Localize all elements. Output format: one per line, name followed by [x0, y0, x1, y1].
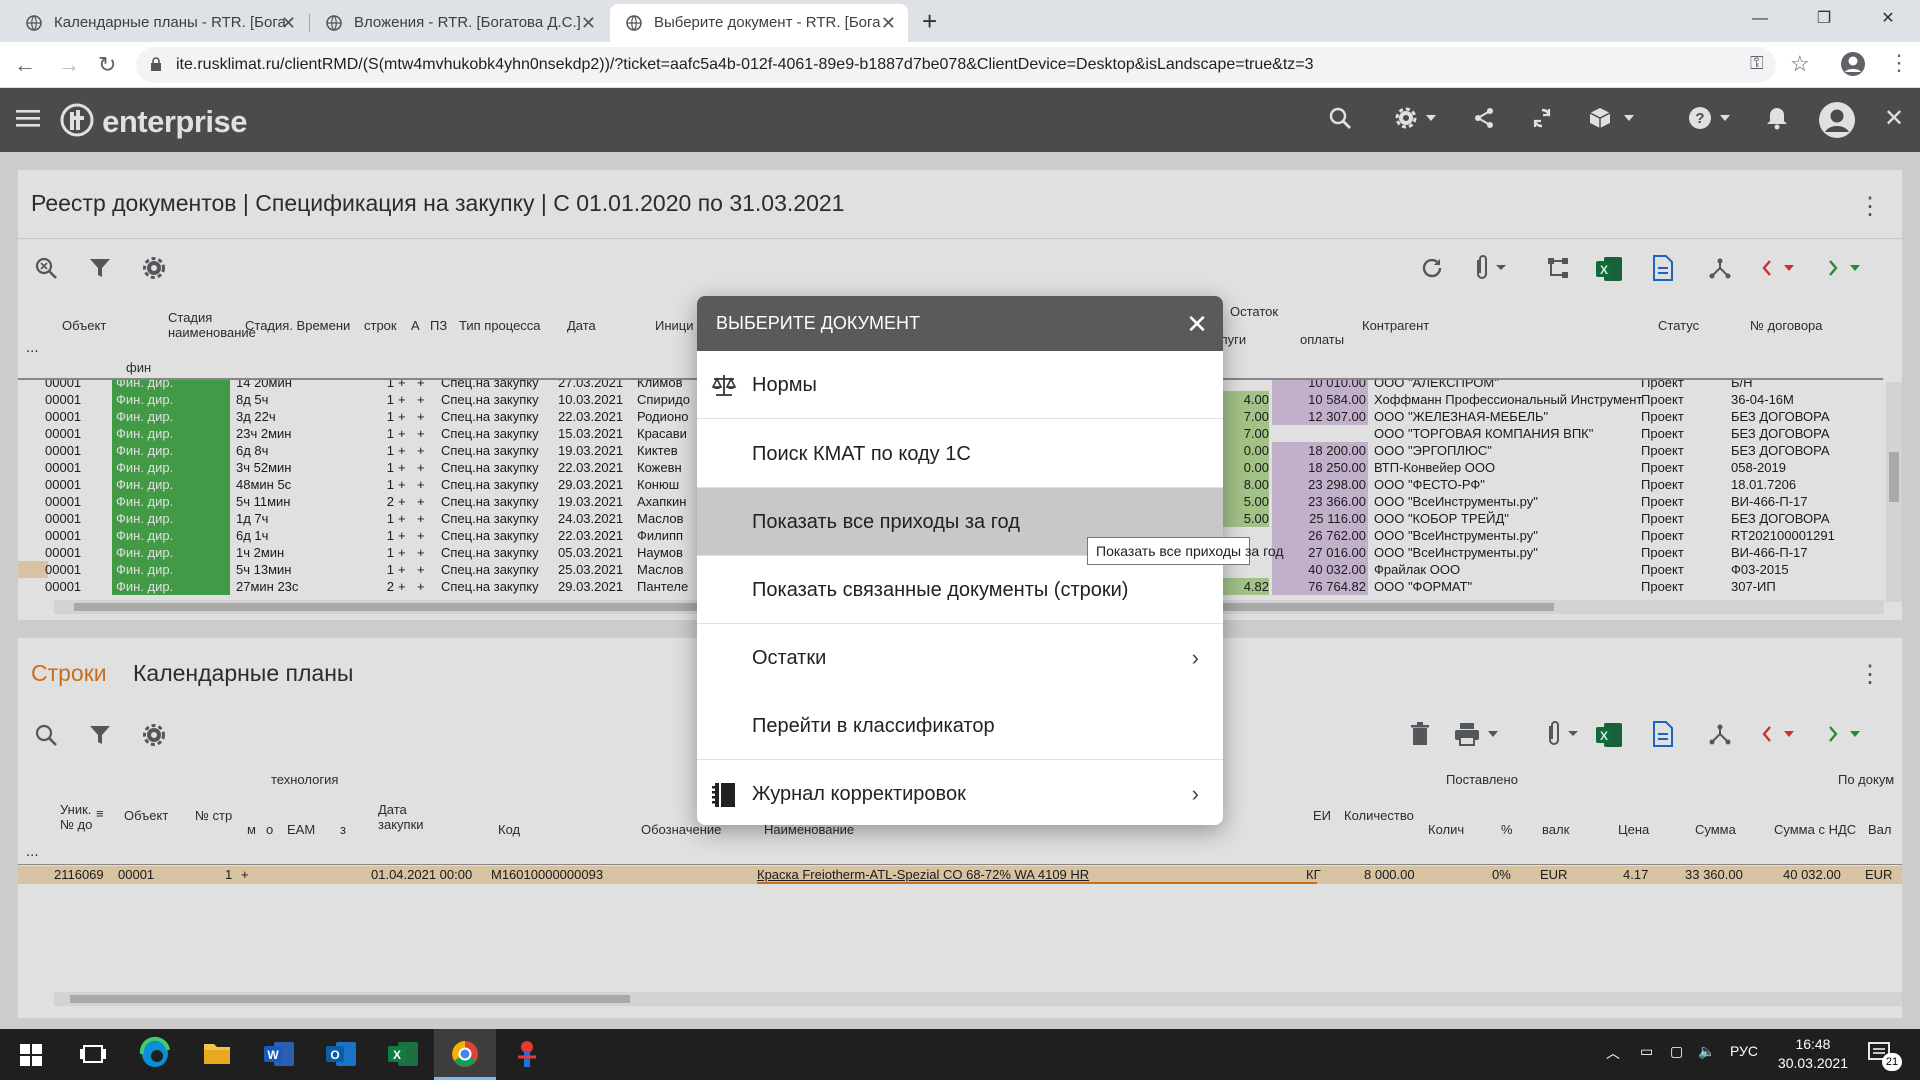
window-controls: — ❐ ✕ [1728, 0, 1920, 42]
forward-icon[interactable]: → [58, 52, 80, 78]
menu-item-norms[interactable]: Нормы [697, 351, 1223, 419]
close-window-icon[interactable]: ✕ [1856, 0, 1920, 42]
network-icon[interactable]: ▢ [1670, 1043, 1683, 1060]
globe-icon [626, 15, 642, 31]
menu-item-balances[interactable]: Остатки › [697, 624, 1223, 692]
outlook-icon[interactable]: O [310, 1029, 372, 1080]
excel-app-icon[interactable]: X [372, 1029, 434, 1080]
edge-browser-icon[interactable] [124, 1029, 186, 1080]
windows-taskbar: W O X ︿ ▭ ▢ 🔈 РУС 16:48 30.03.2021 21 [0, 1029, 1920, 1080]
menu-item-corrections-journal[interactable]: Журнал корректировок › [697, 760, 1223, 825]
close-tab-icon[interactable]: ✕ [881, 4, 896, 42]
tooltip: Показать все приходы за год [1087, 537, 1284, 565]
input-language[interactable]: РУС [1730, 1043, 1758, 1059]
menu-item-label: Поиск КМАТ по коду 1С [752, 443, 971, 465]
menu-item-kmat-search[interactable]: Поиск КМАТ по коду 1С [697, 420, 1223, 488]
lock-icon [150, 57, 162, 72]
task-view-icon[interactable] [62, 1029, 124, 1080]
battery-icon[interactable]: ▭ [1640, 1043, 1653, 1060]
menu-item-label: Остатки [752, 647, 827, 669]
app-shortcut-icon[interactable] [496, 1029, 558, 1080]
minimize-icon[interactable]: — [1728, 0, 1792, 42]
word-icon[interactable]: W [248, 1029, 310, 1080]
tab-title: Выберите документ - RTR. [Бога [654, 14, 881, 31]
close-icon[interactable]: ✕ [1181, 308, 1213, 340]
clock-time: 16:48 [1795, 1036, 1831, 1052]
clock-date: 30.03.2021 [1777, 1055, 1848, 1071]
svg-text:O: O [330, 1048, 339, 1062]
tab-title: Вложения - RTR. [Богатова Д.С.] [354, 14, 581, 31]
browser-tab-1[interactable]: Календарные планы - RTR. [Бога ✕ [10, 4, 308, 42]
key-icon[interactable]: ⚿ [1750, 53, 1764, 74]
reload-icon[interactable]: ↻ [98, 52, 116, 78]
volume-icon[interactable]: 🔈 [1698, 1043, 1715, 1060]
menu-item-label: Перейти в классификатор [752, 715, 995, 737]
notification-count-badge: 21 [1882, 1053, 1902, 1071]
menu-item-related-docs[interactable]: Показать связанные документы (строки) [697, 556, 1223, 624]
chrome-icon[interactable] [434, 1029, 496, 1080]
new-tab-icon[interactable]: + [922, 6, 937, 37]
url-text: ite.rusklimat.ru/clientRMD/(S(mtw4mvhuko… [176, 56, 1314, 73]
windows-start-icon[interactable] [0, 1029, 62, 1080]
file-explorer-icon[interactable] [186, 1029, 248, 1080]
svg-text:X: X [393, 1048, 401, 1062]
menu-item-label: Журнал корректировок [752, 783, 966, 805]
tab-title: Календарные планы - RTR. [Бога [54, 14, 286, 31]
clock[interactable]: 16:48 30.03.2021 [1778, 1035, 1848, 1073]
browser-menu-icon[interactable]: ⋮ [1888, 50, 1910, 76]
bookmark-star-icon[interactable]: ☆ [1790, 51, 1810, 77]
dialog-title: ВЫБЕРИТЕ ДОКУМЕНТ [697, 296, 1223, 351]
menu-item-label: Показать связанные документы (строки) [752, 579, 1129, 601]
browser-tab-2[interactable]: Вложения - RTR. [Богатова Д.С.] ✕ [310, 4, 608, 42]
back-icon[interactable]: ← [14, 52, 36, 78]
address-bar-row: ← → ↻ ite.rusklimat.ru/clientRMD/(S(mtw4… [0, 42, 1920, 88]
url-field[interactable]: ite.rusklimat.ru/clientRMD/(S(mtw4mvhuko… [136, 47, 1776, 83]
menu-item-label: Нормы [752, 374, 817, 396]
profile-avatar-icon[interactable] [1840, 51, 1866, 77]
close-tab-icon[interactable]: ✕ [281, 4, 296, 42]
menu-item-classifier[interactable]: Перейти в классификатор [697, 692, 1223, 760]
journal-icon [711, 782, 737, 808]
browser-tab-bar: Календарные планы - RTR. [Бога ✕ Вложени… [0, 0, 1920, 42]
close-tab-icon[interactable]: ✕ [581, 4, 596, 42]
globe-icon [26, 15, 42, 31]
chevron-right-icon: › [1191, 645, 1199, 670]
scales-icon [711, 373, 737, 397]
maximize-icon[interactable]: ❐ [1792, 0, 1856, 42]
svg-text:W: W [267, 1048, 279, 1062]
tray-chevron-icon[interactable]: ︿ [1606, 1043, 1620, 1063]
browser-tab-3-active[interactable]: Выберите документ - RTR. [Бога ✕ [610, 4, 908, 42]
menu-item-label: Показать все приходы за год [752, 511, 1020, 533]
chevron-right-icon: › [1191, 781, 1199, 806]
globe-icon [326, 15, 342, 31]
